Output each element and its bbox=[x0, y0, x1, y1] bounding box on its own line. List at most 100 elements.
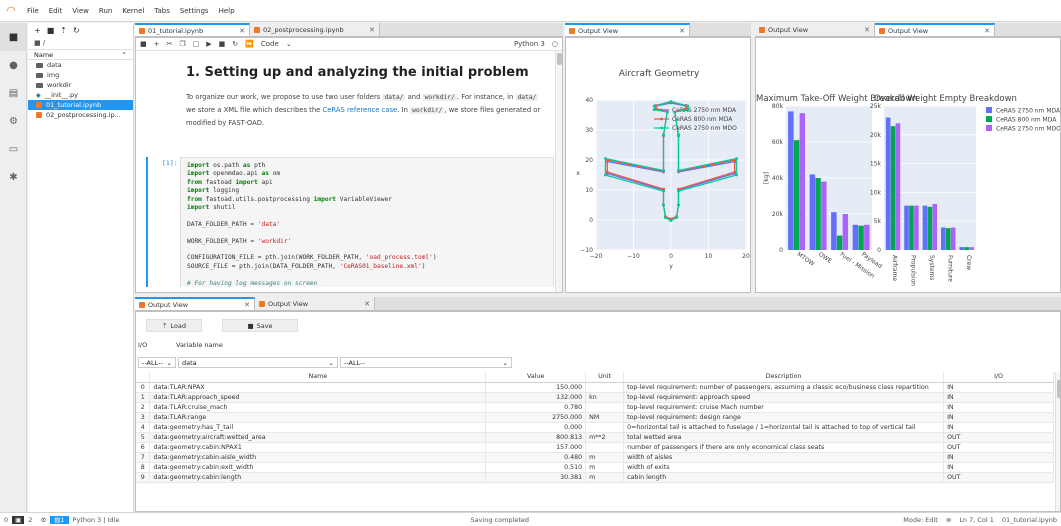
column-header-unit[interactable]: Unit bbox=[585, 372, 625, 383]
folder-icon[interactable]: ■ bbox=[0, 23, 27, 51]
settings-icon[interactable]: ⚙ bbox=[36, 516, 50, 524]
close-icon[interactable]: ✕ bbox=[369, 26, 375, 34]
variable-filter-2-select[interactable]: --ALL-- ⌄ bbox=[340, 357, 512, 368]
code-cell-editor[interactable]: import os.path as pth import openmdao.api… bbox=[180, 157, 554, 287]
property-inspector-icon[interactable]: ⚙ bbox=[0, 107, 27, 135]
table-row[interactable]: 5 data:geometry:aircraft:wetted_area 800.8… bbox=[136, 432, 1054, 443]
variable-value[interactable]: 0.000 bbox=[485, 422, 587, 433]
tab-output-view-geometry[interactable]: Output View ✕ bbox=[565, 23, 690, 36]
breadcrumb[interactable]: ■ / bbox=[28, 37, 133, 49]
load-button[interactable]: ⇡ Load bbox=[146, 319, 202, 332]
stop-icon[interactable]: ■ bbox=[219, 40, 226, 48]
legend-entry[interactable]: CeRAS 2750 nm MDA bbox=[996, 108, 1061, 115]
cut-icon[interactable]: ✂ bbox=[167, 40, 173, 48]
cell-type-select[interactable]: Code bbox=[261, 40, 279, 48]
close-icon[interactable]: ✕ bbox=[679, 27, 685, 35]
variable-value[interactable]: 150.000 bbox=[485, 382, 587, 393]
tab-output-view-2[interactable]: Output View ✕ bbox=[875, 23, 995, 36]
variable-value[interactable]: 30.381 bbox=[485, 472, 587, 483]
commands-icon[interactable]: ▤ bbox=[0, 79, 27, 107]
file-item[interactable]: 01_tutorial.ipynb bbox=[28, 100, 133, 110]
copy-icon[interactable]: ❐ bbox=[179, 40, 185, 48]
table-row[interactable]: 2 data:TLAR:cruise_mach 0.780 top-level req… bbox=[136, 402, 1054, 413]
new-launcher-icon[interactable]: + bbox=[34, 26, 41, 35]
column-header-io[interactable]: I/O bbox=[943, 372, 1054, 383]
status-terminal-count[interactable]: 2 bbox=[24, 516, 36, 524]
scrollbar-thumb[interactable] bbox=[557, 53, 562, 65]
save-icon[interactable]: ■ bbox=[140, 40, 147, 48]
variable-value[interactable]: 2750.000 bbox=[485, 412, 587, 423]
terminal-icon[interactable]: ▣ bbox=[12, 515, 25, 524]
legend-entry[interactable]: CeRAS 800 nm MDA bbox=[996, 117, 1057, 124]
variable-value[interactable]: 0.780 bbox=[485, 402, 587, 413]
fast-forward-icon[interactable]: ⏩ bbox=[245, 40, 254, 48]
kernel-badge-icon[interactable]: ▤1 bbox=[50, 515, 69, 524]
chevron-down-icon[interactable]: ⌄ bbox=[286, 40, 292, 48]
variable-value[interactable]: 157.000 bbox=[485, 442, 587, 453]
table-scrollbar[interactable] bbox=[1055, 372, 1060, 511]
column-header-name[interactable]: Name bbox=[149, 372, 487, 383]
close-icon[interactable]: ✕ bbox=[984, 27, 990, 35]
menu-kernel[interactable]: Kernel bbox=[117, 7, 149, 15]
legend-entry[interactable]: CeRAS 800 nm MDA bbox=[672, 116, 733, 123]
legend-entry[interactable]: CeRAS 2750 nm MDO bbox=[672, 125, 737, 132]
scrollbar-thumb[interactable] bbox=[1057, 380, 1060, 398]
menu-view[interactable]: View bbox=[67, 7, 94, 15]
variable-value[interactable]: 0.480 bbox=[485, 452, 587, 463]
reference-link[interactable]: CeRAS reference case bbox=[323, 106, 398, 114]
kernel-status[interactable]: Python 3 | Idle bbox=[69, 516, 124, 524]
io-filter-select[interactable]: --ALL-- ⌄ bbox=[138, 357, 176, 368]
table-row[interactable]: 7 data:geometry:cabin:aisle_width 0.480 m wi… bbox=[136, 452, 1054, 463]
menu-help[interactable]: Help bbox=[214, 7, 240, 15]
tab-output-view-table-2[interactable]: Output View ✕ bbox=[255, 297, 375, 310]
table-row[interactable]: 4 data:geometry:has_T_tail 0.000 0=horizont… bbox=[136, 422, 1054, 433]
table-row[interactable]: 0 data:TLAR:NPAX 150.000 top-level requirem… bbox=[136, 382, 1054, 393]
table-row[interactable]: 6 data:geometry:cabin:NPAX1 157.000 number … bbox=[136, 442, 1054, 453]
column-header-description[interactable]: Description bbox=[623, 372, 945, 383]
file-item[interactable]: img bbox=[28, 70, 133, 80]
column-header-index[interactable] bbox=[136, 372, 151, 383]
save-button[interactable]: ■ Save bbox=[222, 319, 298, 332]
file-item[interactable]: workdir bbox=[28, 80, 133, 90]
file-item[interactable]: 02_postprocessing.ip... bbox=[28, 110, 133, 120]
notebook-scrollbar[interactable] bbox=[555, 51, 562, 292]
upload-icon[interactable]: ⇡ bbox=[60, 26, 67, 35]
cursor-position[interactable]: Ln 7, Col 1 bbox=[955, 516, 998, 524]
tabs-icon[interactable]: ▭ bbox=[0, 135, 27, 163]
close-icon[interactable]: ✕ bbox=[864, 26, 870, 34]
status-left-count[interactable]: 0 bbox=[0, 516, 12, 524]
menu-settings[interactable]: Settings bbox=[175, 7, 214, 15]
legend-entry[interactable]: CeRAS 2750 nm MDO bbox=[996, 126, 1061, 133]
variable-value[interactable]: 0.510 bbox=[485, 462, 587, 473]
name-column-header[interactable]: Name bbox=[34, 51, 53, 59]
menu-tabs[interactable]: Tabs bbox=[149, 7, 175, 15]
table-row[interactable]: 8 data:geometry:cabin:exit_width 0.510 m wid… bbox=[136, 462, 1054, 473]
table-row[interactable]: 3 data:TLAR:range 2750.000 NM top-level requ… bbox=[136, 412, 1054, 423]
restart-icon[interactable]: ↻ bbox=[232, 40, 238, 48]
kernel-name[interactable]: Python 3 bbox=[514, 40, 545, 48]
new-folder-icon[interactable]: ■ bbox=[47, 26, 55, 35]
run-icon[interactable]: ▶ bbox=[206, 40, 211, 48]
close-icon[interactable]: ✕ bbox=[364, 300, 370, 308]
variable-filter-1-select[interactable]: data ⌄ bbox=[178, 357, 338, 368]
file-list-header[interactable]: Name ⌃ bbox=[28, 49, 133, 60]
refresh-icon[interactable]: ↻ bbox=[73, 26, 80, 35]
tab-output-view-table[interactable]: Output View ✕ bbox=[135, 297, 255, 310]
file-item[interactable]: data bbox=[28, 60, 133, 70]
bug-icon[interactable]: ⊗ bbox=[942, 516, 955, 524]
column-header-value[interactable]: Value bbox=[485, 372, 587, 383]
paste-icon[interactable]: ▢ bbox=[193, 40, 200, 48]
close-icon[interactable]: ✕ bbox=[239, 27, 245, 35]
file-item[interactable]: ◆ __init__.py bbox=[28, 90, 133, 100]
running-icon[interactable]: ● bbox=[0, 51, 27, 79]
tab-01-tutorial[interactable]: 01_tutorial.ipynb ✕ bbox=[135, 23, 250, 36]
menu-file[interactable]: File bbox=[22, 7, 44, 15]
variable-value[interactable]: 132.000 bbox=[485, 392, 587, 403]
tab-02-postprocessing[interactable]: 02_postprocessing.ipynb ✕ bbox=[250, 23, 380, 36]
table-row[interactable]: 9 data:geometry:cabin:length 30.381 m cabin … bbox=[136, 472, 1054, 483]
extension-icon[interactable]: ✱ bbox=[0, 163, 27, 191]
menu-run[interactable]: Run bbox=[94, 7, 117, 15]
menu-edit[interactable]: Edit bbox=[44, 7, 68, 15]
insert-cell-icon[interactable]: + bbox=[154, 40, 160, 48]
edit-mode[interactable]: Mode: Edit bbox=[899, 516, 942, 524]
